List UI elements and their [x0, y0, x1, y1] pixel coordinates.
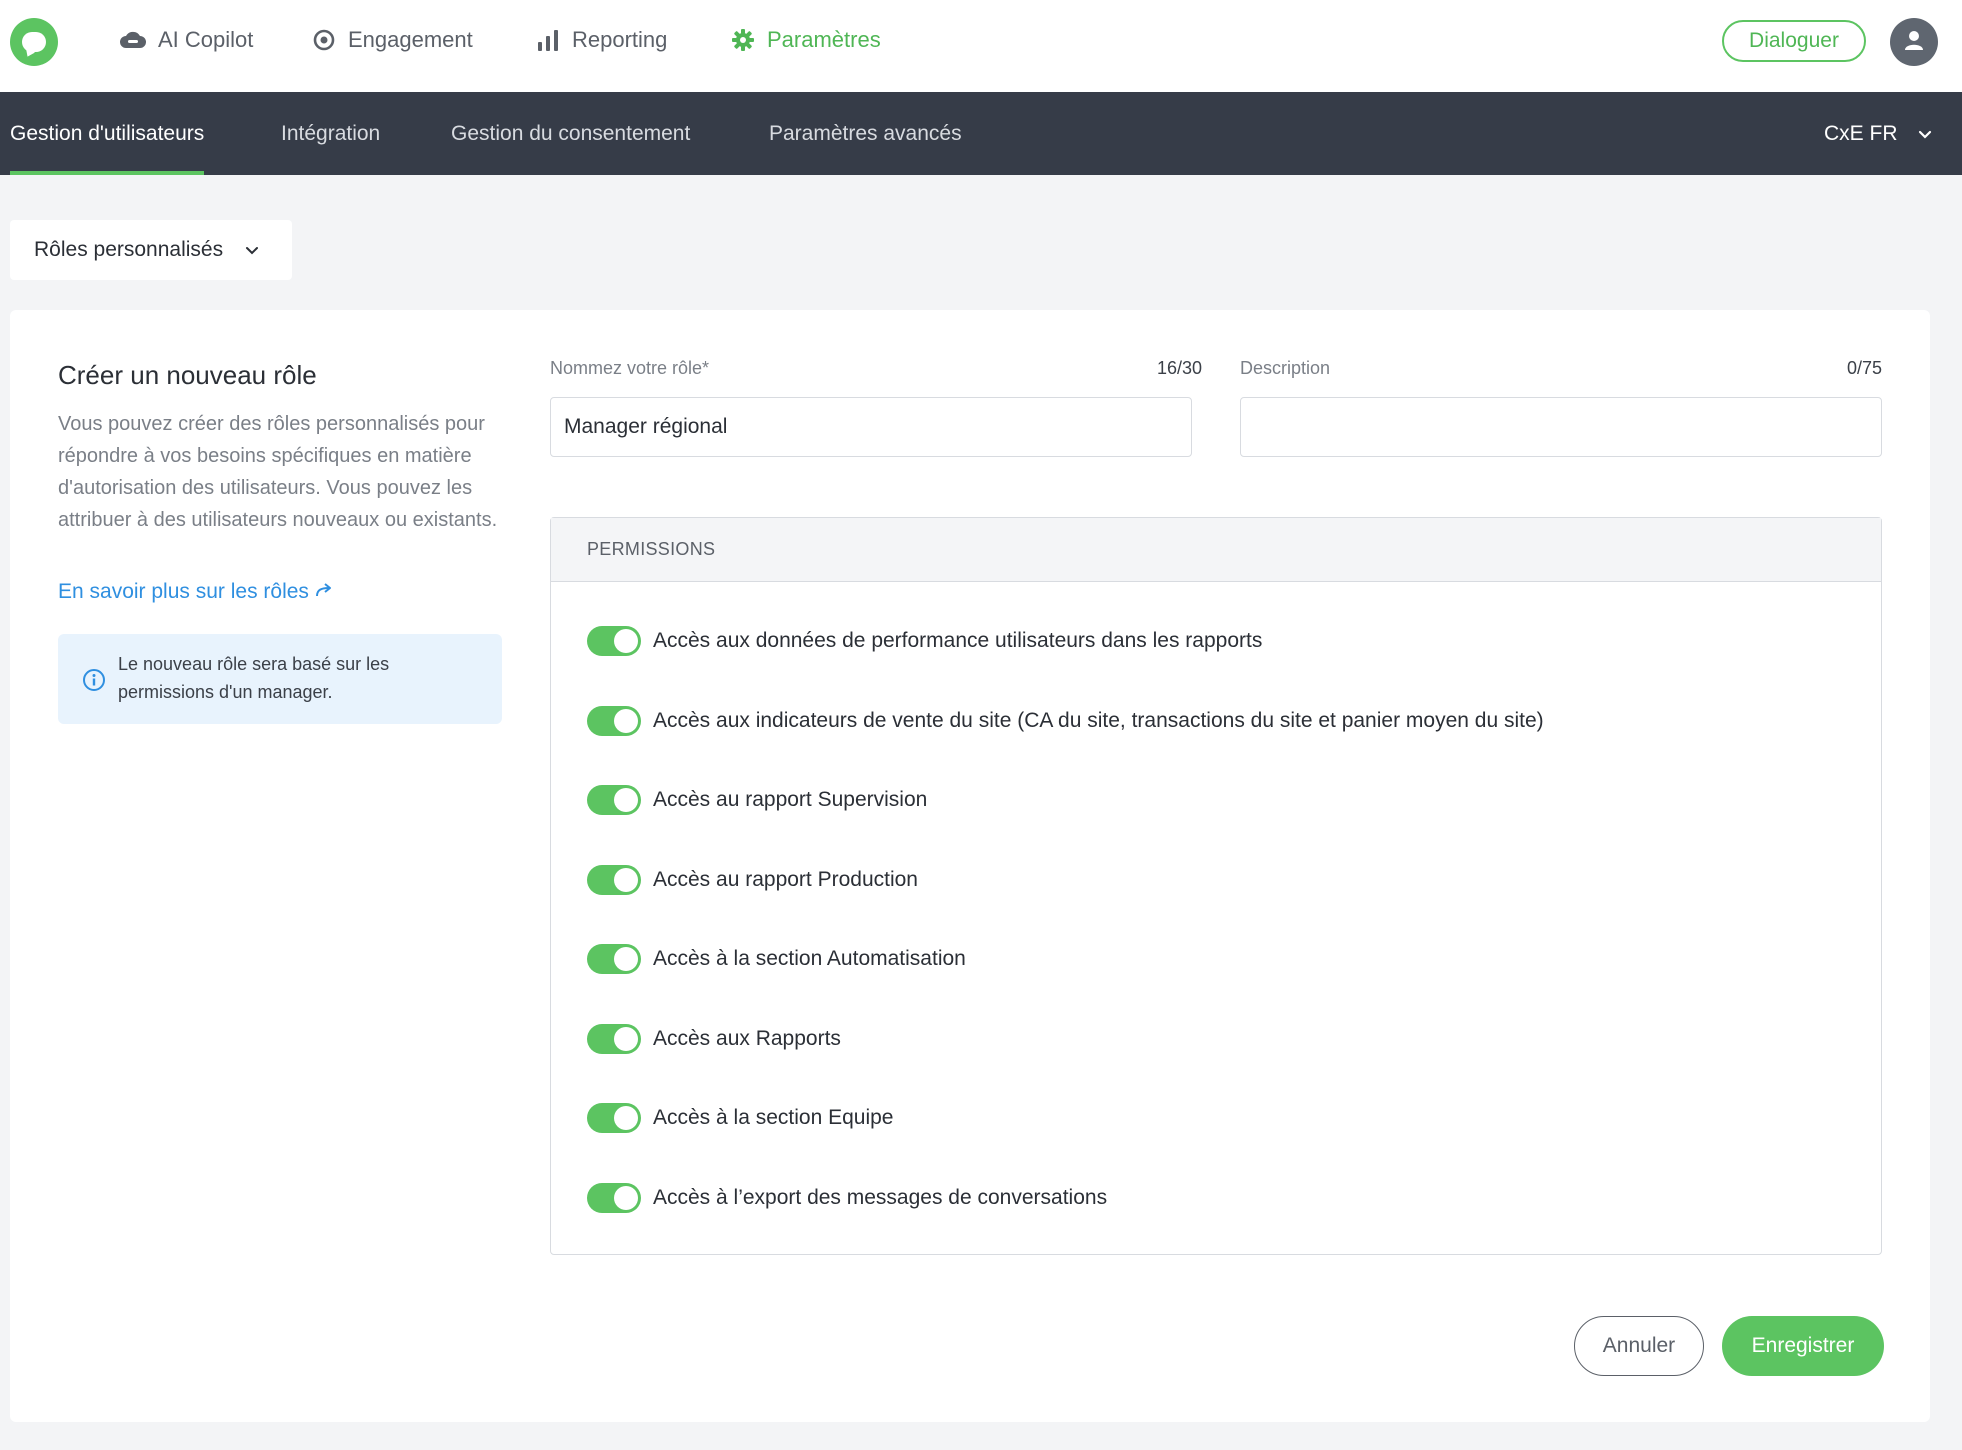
toggle-knob: [614, 947, 638, 971]
permission-row: Accès au rapport Supervision: [587, 784, 927, 816]
chat-bubble-icon: [22, 32, 46, 52]
learn-more-roles-link[interactable]: En savoir plus sur les rôles: [58, 580, 333, 604]
description-input[interactable]: [1240, 397, 1882, 457]
learn-more-roles-label: En savoir plus sur les rôles: [58, 580, 309, 603]
permission-toggle[interactable]: [587, 1183, 641, 1213]
permission-row: Accès aux indicateurs de vente du site (…: [587, 705, 1544, 737]
avatar[interactable]: [1890, 18, 1938, 66]
permissions-header: PERMISSIONS: [551, 518, 1881, 582]
cloud-icon: [120, 30, 146, 50]
permission-toggle[interactable]: [587, 944, 641, 974]
permission-toggle[interactable]: [587, 706, 641, 736]
permissions-panel: PERMISSIONS Accès aux données de perform…: [550, 517, 1882, 1255]
roles-dropdown-label: Rôles personnalisés: [34, 238, 224, 261]
permission-row: Accès à l’export des messages de convers…: [587, 1182, 1107, 1214]
dialoguer-button[interactable]: Dialoguer: [1722, 20, 1866, 62]
tab-gestion-consentement[interactable]: Gestion du consentement: [451, 92, 690, 175]
permission-row: Accès aux données de performance utilisa…: [587, 625, 1262, 657]
topnav-reporting[interactable]: Reporting: [536, 22, 667, 58]
toggle-knob: [614, 788, 638, 812]
tab-gestion-consentement-label: Gestion du consentement: [451, 121, 691, 145]
tab-gestion-utilisateurs-label: Gestion d'utilisateurs: [10, 121, 205, 145]
topnav-ai-copilot-label: AI Copilot: [158, 27, 254, 52]
gear-icon: [731, 28, 755, 52]
permission-label: Accès aux Rapports: [653, 1027, 841, 1050]
permission-toggle[interactable]: [587, 626, 641, 656]
permission-label: Accès au rapport Production: [653, 868, 918, 891]
info-notice: Le nouveau rôle sera basé sur les permis…: [58, 634, 502, 724]
chevron-down-icon: [1918, 122, 1932, 146]
description-label: Description: [1240, 358, 1331, 378]
settings-subnav: Gestion d'utilisateurs Intégration Gesti…: [0, 92, 1962, 175]
role-name-counter: 16/30: [1156, 358, 1202, 378]
create-role-card: Créer un nouveau rôle Vous pouvez créer …: [10, 310, 1930, 1422]
toggle-knob: [614, 1027, 638, 1051]
permission-label: Accès à l’export des messages de convers…: [653, 1186, 1108, 1209]
info-text: Le nouveau rôle sera basé sur les permis…: [118, 654, 390, 702]
roles-dropdown[interactable]: Rôles personnalisés: [10, 220, 292, 280]
topnav-ai-copilot[interactable]: AI Copilot: [120, 22, 253, 58]
permission-label: Accès à la section Equipe: [653, 1106, 894, 1129]
topnav-parametres[interactable]: Paramètres: [731, 22, 881, 58]
page-title: Créer un nouveau rôle: [58, 360, 317, 390]
permission-toggle[interactable]: [587, 865, 641, 895]
external-arrow-icon: [315, 580, 333, 604]
save-button[interactable]: Enregistrer: [1722, 1316, 1884, 1376]
card-description: Vous pouvez créer des rôles personnalisé…: [58, 413, 498, 531]
tab-integration[interactable]: Intégration: [281, 92, 380, 175]
description-counter: 0/75: [1846, 358, 1882, 378]
permission-toggle[interactable]: [587, 1103, 641, 1133]
toggle-knob: [614, 1186, 638, 1210]
topnav-engagement[interactable]: Engagement: [312, 22, 473, 58]
chevron-down-icon: [245, 238, 259, 262]
target-icon: [312, 28, 336, 52]
permission-row: Accès à la section Equipe: [587, 1102, 893, 1134]
tab-parametres-avances-label: Paramètres avancés: [769, 121, 962, 145]
bar-chart-icon: [536, 28, 560, 52]
tab-parametres-avances[interactable]: Paramètres avancés: [769, 92, 962, 175]
toggle-knob: [614, 629, 638, 653]
permission-label: Accès aux indicateurs de vente du site (…: [653, 709, 1544, 732]
role-name-label: Nommez votre rôle*: [550, 358, 710, 378]
permission-label: Accès aux données de performance utilisa…: [653, 629, 1263, 652]
permission-row: Accès aux Rapports: [587, 1023, 841, 1055]
toggle-knob: [614, 1106, 638, 1130]
topnav-engagement-label: Engagement: [348, 27, 473, 52]
permission-toggle[interactable]: [587, 785, 641, 815]
permission-label: Accès à la section Automatisation: [653, 947, 966, 970]
cancel-button[interactable]: Annuler: [1574, 1316, 1704, 1376]
org-selector[interactable]: CxE FR: [1824, 92, 1932, 175]
topnav-reporting-label: Reporting: [572, 27, 668, 52]
permission-row: Accès au rapport Production: [587, 864, 918, 896]
topnav-parametres-label: Paramètres: [767, 27, 881, 52]
permission-label: Accès au rapport Supervision: [653, 788, 928, 811]
toggle-knob: [614, 868, 638, 892]
toggle-knob: [614, 709, 638, 733]
info-icon: [82, 668, 106, 697]
app-logo[interactable]: [10, 18, 58, 66]
org-selector-label: CxE FR: [1824, 121, 1898, 145]
top-navigation-bar: AI Copilot Engagement Reporting Paramètr…: [0, 0, 1962, 92]
user-icon: [1903, 29, 1925, 56]
tab-integration-label: Intégration: [281, 121, 381, 145]
role-name-input[interactable]: [550, 397, 1192, 457]
permission-row: Accès à la section Automatisation: [587, 943, 966, 975]
permission-toggle[interactable]: [587, 1024, 641, 1054]
tab-gestion-utilisateurs[interactable]: Gestion d'utilisateurs: [10, 92, 205, 175]
